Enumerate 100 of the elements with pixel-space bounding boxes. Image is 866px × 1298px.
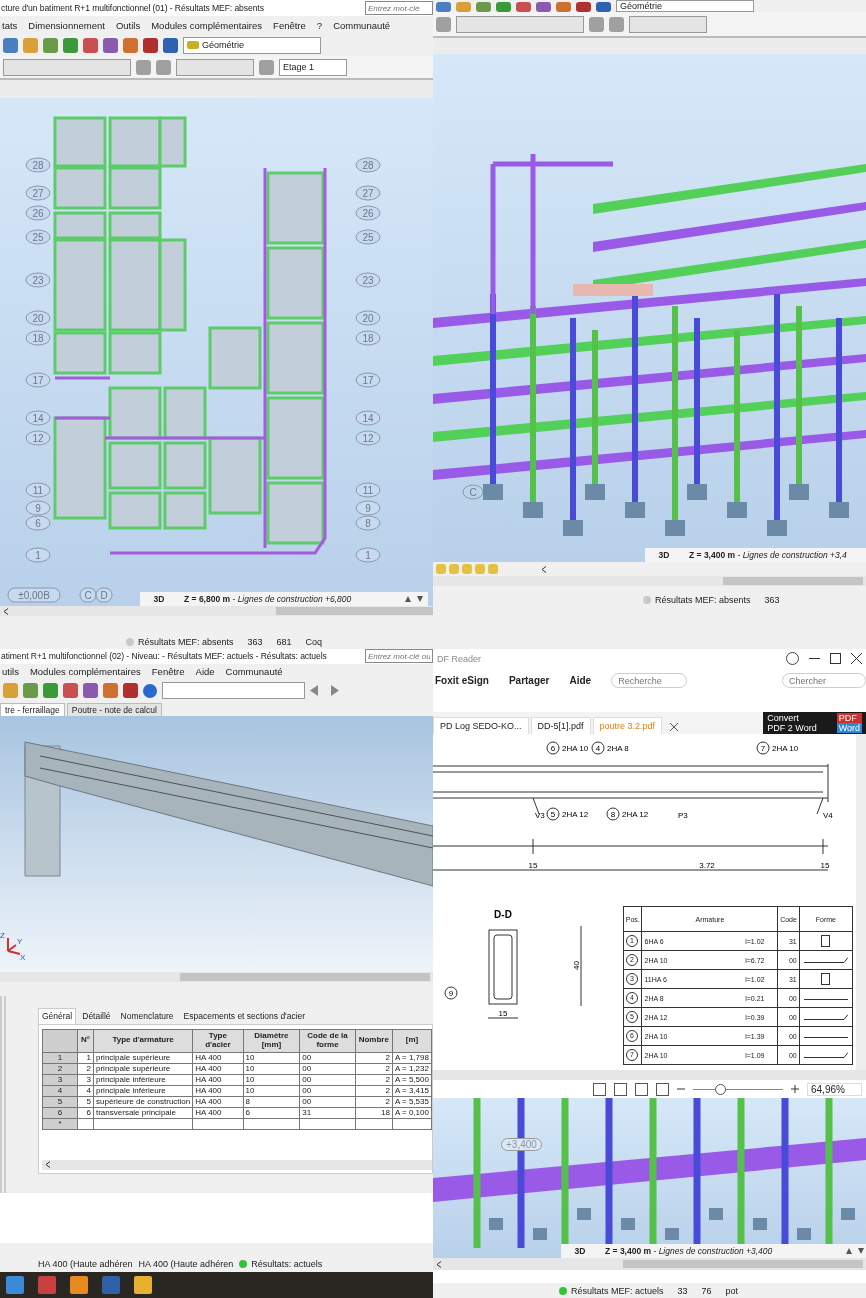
scrollbar-thumb[interactable]: [180, 973, 430, 982]
tool-icon[interactable]: [476, 2, 491, 12]
menu-item[interactable]: Communauté: [225, 666, 283, 678]
dropdown[interactable]: [456, 15, 584, 33]
menu-item[interactable]: Aide: [195, 666, 215, 678]
taskbar-app-icon[interactable]: [6, 1275, 24, 1294]
taskbar-app-icon[interactable]: [70, 1275, 88, 1294]
search-field[interactable]: Entrez mot-clé ou: [365, 649, 433, 664]
tool-icon[interactable]: [609, 16, 624, 32]
scrollbar-thumb[interactable]: [623, 1260, 863, 1269]
find-field[interactable]: Chercher: [782, 673, 866, 689]
convert-banner[interactable]: Convert PDF 2 Word PDF Word: [763, 712, 866, 735]
search-field[interactable]: Entrez mot-clé: [365, 1, 433, 15]
search-field[interactable]: Recherche: [611, 673, 688, 689]
document-tab[interactable]: DD-5[1].pdf: [530, 717, 591, 735]
window-title: atiment R+1 multifonctionnel (02) - Niveau: - Résultats MEF: actuels - Résultats: actuels: [0, 651, 328, 662]
tool-icon[interactable]: [556, 2, 571, 12]
scrollbar-thumb[interactable]: [723, 577, 863, 585]
menu-item[interactable]: Fenêtre: [151, 666, 185, 678]
zoom-field[interactable]: 64,96%: [807, 1082, 862, 1096]
dropdown[interactable]: [162, 682, 305, 700]
tool-icon[interactable]: [436, 2, 451, 12]
view-dropdown[interactable]: Géométrie: [183, 36, 321, 54]
scroll-left-icon[interactable]: [3, 607, 9, 615]
menu-item[interactable]: Outils: [115, 19, 141, 31]
menu-item[interactable]: Modules complémentaires: [151, 19, 263, 31]
menu-item[interactable]: tats: [2, 19, 18, 31]
dropdown[interactable]: [3, 58, 131, 76]
menu-item[interactable]: Dimensionnement: [28, 19, 105, 31]
page-view-icon[interactable]: [593, 1082, 606, 1096]
story-field[interactable]: Etage 1: [279, 58, 347, 76]
tool-icon[interactable]: [163, 37, 178, 53]
row-header[interactable]: 2: [42, 1063, 78, 1075]
tool-icon[interactable]: [136, 59, 151, 75]
tool-icon[interactable]: [536, 2, 551, 12]
scroll-left-icon[interactable]: [436, 1260, 442, 1268]
tab[interactable]: Nomenclature: [116, 1008, 178, 1025]
scrollbar-thumb[interactable]: [276, 607, 433, 615]
table-cell: A = 1,232: [392, 1063, 432, 1075]
row-header[interactable]: 1: [42, 1052, 78, 1064]
tool-icon[interactable]: [83, 683, 98, 699]
tool-icon[interactable]: [156, 59, 171, 75]
page-view-icon[interactable]: [656, 1082, 669, 1096]
maximize-icon[interactable]: [830, 653, 841, 665]
taskbar-app-icon[interactable]: [134, 1275, 152, 1294]
row-header[interactable]: 6: [42, 1107, 78, 1119]
view-dropdown[interactable]: Géométrie: [616, 0, 754, 12]
tool-icon[interactable]: [516, 2, 531, 12]
menu-item[interactable]: Communauté: [333, 19, 391, 31]
tool-icon[interactable]: [3, 37, 18, 53]
right-arrow-icon[interactable]: [331, 685, 339, 697]
close-icon[interactable]: [851, 653, 862, 665]
tool-icon[interactable]: [63, 683, 78, 699]
tool-icon[interactable]: [576, 2, 591, 12]
tool-icon[interactable]: [23, 683, 38, 699]
document-tab[interactable]: PD Log SEDO-KO...: [433, 717, 529, 735]
scroll-left-icon[interactable]: [45, 1161, 51, 1169]
menu-item[interactable]: utils: [2, 666, 19, 678]
left-arrow-icon[interactable]: [310, 685, 318, 697]
tool-icon[interactable]: [103, 37, 118, 53]
tab[interactable]: Détaillé: [78, 1008, 115, 1025]
zoom-in-icon[interactable]: [791, 1085, 799, 1094]
tab[interactable]: Général: [38, 1008, 77, 1025]
tab[interactable]: tre - ferraillage: [0, 703, 65, 717]
scroll-left-icon[interactable]: [541, 565, 547, 573]
page-view-icon[interactable]: [614, 1082, 627, 1096]
tool-icon[interactable]: [123, 37, 138, 53]
tool-icon[interactable]: [589, 16, 604, 32]
page-view-icon[interactable]: [635, 1082, 648, 1096]
ribbon-tab[interactable]: Aide: [569, 675, 592, 687]
tool-icon[interactable]: [143, 37, 158, 53]
hooked-bar-icon: [803, 956, 848, 963]
tab[interactable]: Espacements et sections d'acier: [179, 1008, 310, 1025]
menu-item[interactable]: Fenêtre: [273, 19, 306, 31]
axis-bubble: C: [462, 484, 484, 500]
menu-item[interactable]: Modules complémentaires: [29, 666, 141, 678]
ribbon-tab[interactable]: Partager: [508, 675, 550, 687]
tool-icon[interactable]: [103, 683, 118, 699]
row-header[interactable]: 3: [42, 1074, 78, 1086]
tool-icon[interactable]: [259, 59, 274, 75]
tool-icon[interactable]: [123, 683, 138, 699]
row-header[interactable]: 5: [42, 1096, 78, 1108]
up-down-arrows-icon[interactable]: [404, 595, 424, 603]
tool-icon[interactable]: [436, 16, 451, 32]
tool-icon[interactable]: [496, 2, 511, 12]
tool-icon[interactable]: [63, 37, 78, 53]
help-icon[interactable]: [143, 683, 157, 698]
menu-item[interactable]: ?: [316, 19, 323, 31]
dropdown[interactable]: [176, 58, 254, 76]
tool-icon[interactable]: [596, 2, 611, 12]
up-down-arrows-icon[interactable]: [845, 1247, 865, 1256]
tool-icon[interactable]: [43, 683, 58, 699]
row-header[interactable]: *: [42, 1118, 78, 1130]
row-header[interactable]: 4: [42, 1085, 78, 1097]
tab[interactable]: Poutre - note de calcul: [66, 703, 162, 717]
slider-thumb[interactable]: [715, 1083, 726, 1095]
ribbon-tab[interactable]: Foxit eSign: [435, 675, 489, 687]
dropdown[interactable]: [629, 15, 707, 33]
tool-icon[interactable]: [83, 37, 98, 53]
tool-icon[interactable]: [43, 37, 58, 53]
